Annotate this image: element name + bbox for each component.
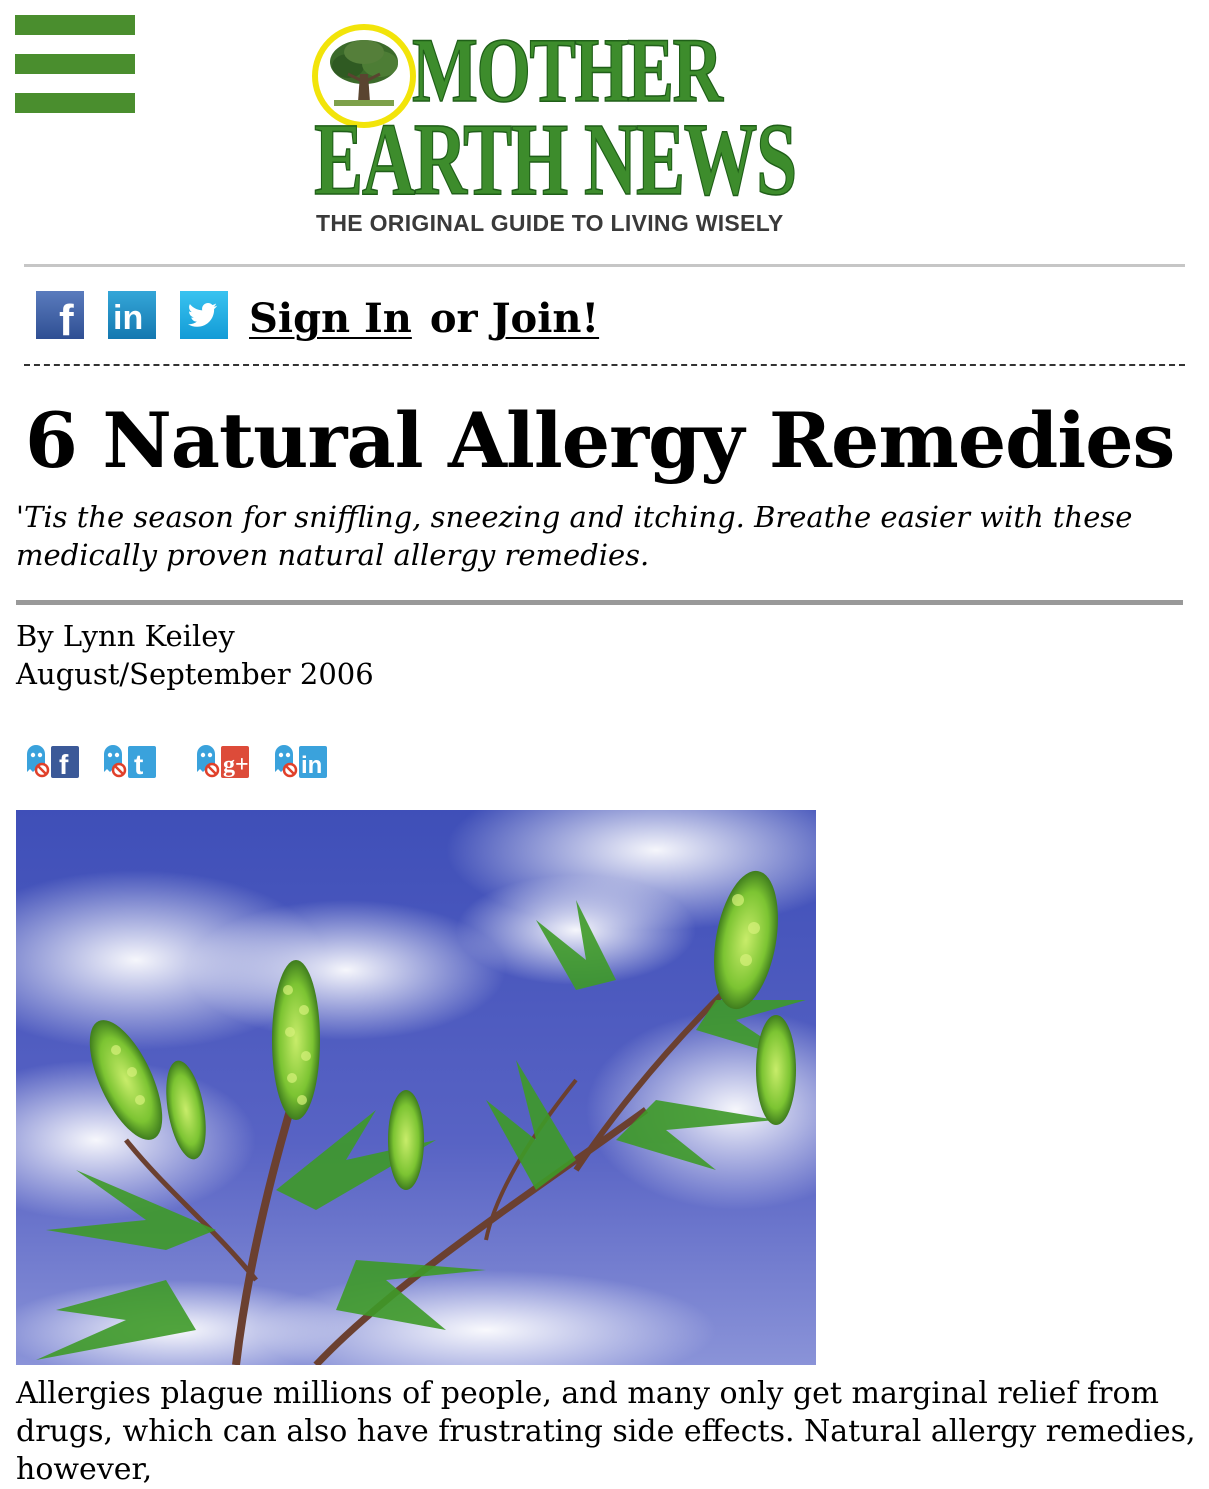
menu-button[interactable] xyxy=(15,15,135,115)
share-linkedin-button[interactable]: in xyxy=(271,742,329,780)
linkedin-follow-button[interactable]: in xyxy=(108,291,156,339)
join-link[interactable]: Join! xyxy=(492,295,599,342)
svg-text:t: t xyxy=(134,749,143,780)
share-twitter-button[interactable]: t xyxy=(100,742,158,780)
logo-wordmark-line2: EARTH NEWS xyxy=(313,102,797,217)
svg-text:g+: g+ xyxy=(223,752,249,778)
twitter-follow-button[interactable] xyxy=(180,291,228,339)
article-divider xyxy=(16,600,1183,605)
article-hero-image xyxy=(16,810,816,1365)
menu-bar xyxy=(15,15,135,35)
svg-text:f: f xyxy=(59,296,74,339)
share-twitter-icon: t xyxy=(104,745,156,780)
svg-text:in: in xyxy=(113,299,143,337)
facebook-icon: f xyxy=(59,296,74,339)
menu-bar xyxy=(15,93,135,113)
logo-tagline: THE ORIGINAL GUIDE TO LIVING WISELY xyxy=(316,210,784,236)
site-logo[interactable]: MOTHER EARTH NEWS THE ORIGINAL GUIDE TO … xyxy=(312,23,902,240)
header-divider xyxy=(24,264,1185,267)
share-googleplus-icon: g+ xyxy=(197,745,249,778)
twitter-icon xyxy=(187,303,218,327)
article-date: August/September 2006 xyxy=(16,657,374,691)
svg-text:in: in xyxy=(301,752,322,779)
facebook-follow-button[interactable]: f xyxy=(36,291,84,339)
article-byline: By Lynn Keiley xyxy=(16,619,235,653)
auth-links: Sign In or Join! xyxy=(249,290,599,348)
svg-text:f: f xyxy=(59,749,69,780)
article-title: 6 Natural Allergy Remedies xyxy=(25,396,1175,485)
sign-in-link[interactable]: Sign In xyxy=(249,295,412,342)
dashed-divider xyxy=(24,364,1185,366)
share-linkedin-icon: in xyxy=(275,745,327,779)
menu-bar xyxy=(15,54,135,74)
auth-or-text: or xyxy=(429,295,478,342)
article-subtitle: 'Tis the season for sniffling, sneezing … xyxy=(16,500,1133,572)
share-googleplus-button[interactable]: g+ xyxy=(193,742,251,780)
share-facebook-button[interactable]: f xyxy=(23,742,81,780)
linkedin-icon: in xyxy=(113,299,143,337)
share-facebook-icon: f xyxy=(27,745,79,780)
article-body-paragraph: Allergies plague millions of people, and… xyxy=(16,1376,1196,1487)
